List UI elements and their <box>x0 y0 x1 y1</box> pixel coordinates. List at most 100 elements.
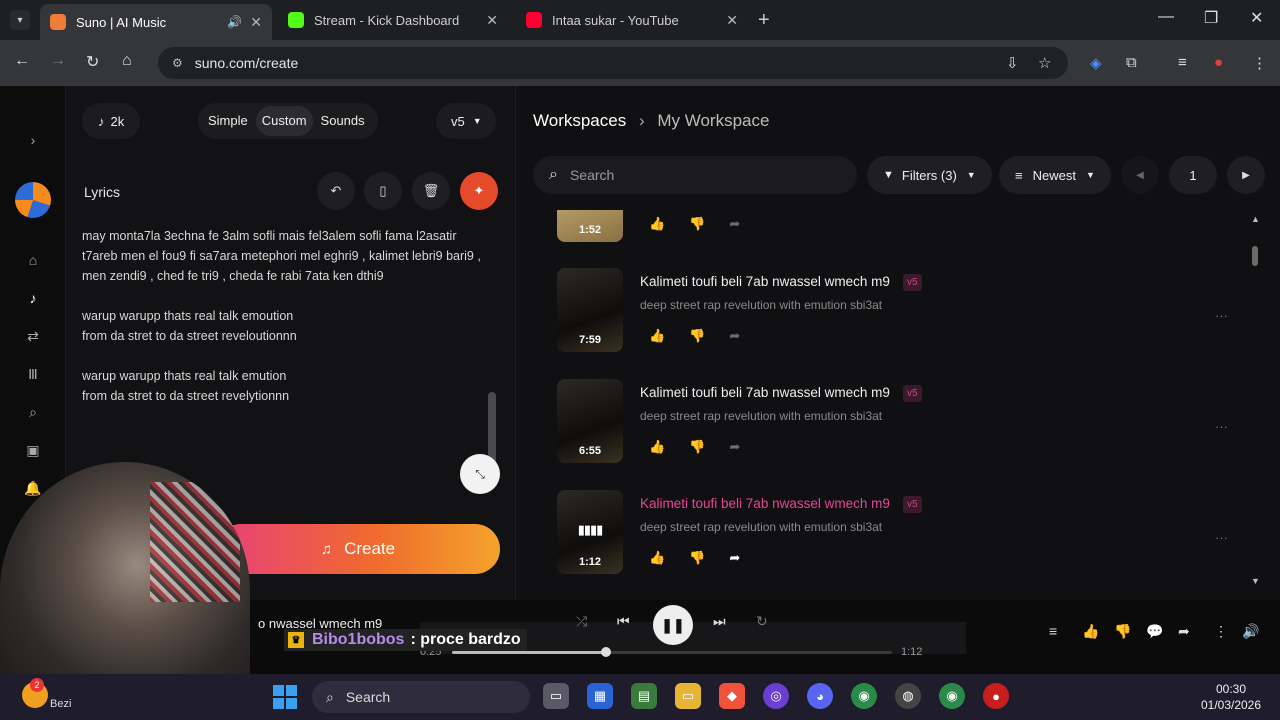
file-explorer-icon[interactable]: ▭ <box>675 683 701 709</box>
share-icon[interactable]: ➦ <box>729 328 740 343</box>
reload-icon[interactable]: ↻ <box>86 52 99 72</box>
pause-button[interactable]: ❚❚ <box>653 605 693 645</box>
credits-pill[interactable]: ♪ 2k <box>82 103 140 139</box>
notifications-nav-icon[interactable]: 🔔 <box>24 480 42 497</box>
like-icon[interactable]: 👍 <box>649 550 665 565</box>
taskbar-search[interactable]: ⌕ Search <box>312 681 530 713</box>
back-icon[interactable]: ← <box>14 52 30 70</box>
office-icon[interactable]: ▤ <box>631 683 657 709</box>
studio-nav-icon[interactable]: ⇄ <box>24 328 42 345</box>
song-thumbnail[interactable]: 1:52 <box>557 210 623 242</box>
lyrics-textarea[interactable]: may monta7la 3echna fe 3alm sofli mais f… <box>82 226 482 406</box>
sort-button[interactable]: ≡ Newest ▼ <box>999 156 1111 194</box>
page-number[interactable]: 1 <box>1169 156 1217 194</box>
like-icon[interactable]: 👍 <box>1082 623 1099 640</box>
song-row[interactable]: 7:59 Kalimeti toufi beli 7ab nwassel wme… <box>557 268 1247 368</box>
shuffle-icon[interactable]: ⤮ <box>576 613 587 630</box>
dislike-icon[interactable]: 👎 <box>689 550 705 565</box>
like-icon[interactable]: 👍 <box>649 216 665 231</box>
expand-chevron-icon[interactable]: › <box>24 132 42 148</box>
mode-sounds-tab[interactable]: Sounds <box>315 106 371 136</box>
start-button[interactable] <box>273 685 297 709</box>
scroll-up-icon[interactable]: ▲ <box>1251 214 1260 224</box>
collapse-button[interactable]: ⤡ <box>460 454 500 494</box>
bookmark-star-icon[interactable]: ☆ <box>1038 54 1051 72</box>
app-red-icon[interactable]: ● <box>983 683 1009 709</box>
menu-kebab-icon[interactable]: ⋮ <box>1252 54 1267 72</box>
dislike-icon[interactable]: 👎 <box>1114 623 1131 640</box>
dislike-icon[interactable]: 👎 <box>689 216 705 231</box>
restore-icon[interactable]: ❐ <box>1204 8 1218 28</box>
chrome-icon[interactable]: ◉ <box>851 683 877 709</box>
breadcrumb-workspaces[interactable]: Workspaces <box>533 111 626 130</box>
extensions-puzzle-icon[interactable]: ⧉ <box>1126 54 1137 71</box>
undo-button[interactable]: ↶ <box>317 172 355 210</box>
repeat-icon[interactable]: ↻ <box>756 613 768 630</box>
progress-slider[interactable] <box>452 647 892 657</box>
window-close-icon[interactable]: ✕ <box>1250 8 1263 28</box>
dislike-icon[interactable]: 👎 <box>689 328 705 343</box>
tab-kick[interactable]: Stream - Kick Dashboard ✕ <box>278 6 508 34</box>
hub-nav-icon[interactable]: ▣ <box>24 442 42 459</box>
delete-button[interactable]: 🗑 <box>412 172 450 210</box>
extension-shield-icon[interactable]: ◈ <box>1090 54 1102 72</box>
home-nav-icon[interactable]: ⌂ <box>24 252 42 268</box>
comments-icon[interactable]: 💬 <box>1146 623 1163 640</box>
site-info-icon[interactable]: ⚙ <box>172 56 183 70</box>
bookmark-button[interactable]: ▯ <box>364 172 402 210</box>
like-icon[interactable]: 👍 <box>649 328 665 343</box>
song-row[interactable]: 6:55 Kalimeti toufi beli 7ab nwassel wme… <box>557 379 1247 479</box>
chrome-profile-icon[interactable]: ◉ <box>939 683 965 709</box>
task-view-icon[interactable]: ▭ <box>543 683 569 709</box>
song-row[interactable]: 1:52 👍 👎 ➦ <box>557 210 1247 242</box>
filters-button[interactable]: ▼ Filters (3) ▼ <box>867 156 992 194</box>
share-icon[interactable]: ➦ <box>729 550 740 565</box>
more-options-icon[interactable]: ⋮ <box>1214 623 1228 640</box>
install-app-icon[interactable]: ⇩ <box>1006 54 1019 72</box>
tab-suno[interactable]: Suno | AI Music 🔊 ✕ <box>40 4 272 40</box>
tab-search-button[interactable]: ▾ <box>10 10 30 30</box>
mode-simple-tab[interactable]: Simple <box>202 106 254 136</box>
list-scrollbar[interactable] <box>1252 246 1258 266</box>
scroll-down-icon[interactable]: ▼ <box>1251 576 1260 586</box>
create-nav-icon[interactable]: ♪ <box>24 290 42 306</box>
discord-icon[interactable]: ◕ <box>807 683 833 709</box>
suno-logo[interactable] <box>15 182 51 218</box>
like-icon[interactable]: 👍 <box>649 439 665 454</box>
library-nav-icon[interactable]: Ⅲ <box>24 366 42 383</box>
app-icon[interactable]: ◎ <box>763 683 789 709</box>
queue-icon[interactable]: ≡ <box>1049 623 1057 639</box>
forward-icon[interactable]: → <box>50 52 66 70</box>
song-thumbnail[interactable]: 7:59 <box>557 268 623 352</box>
model-select[interactable]: v5 ▼ <box>436 103 496 139</box>
tab-youtube[interactable]: Intaa sukar - YouTube ✕ <box>516 6 748 34</box>
speaker-icon[interactable]: 🔊 <box>227 15 242 29</box>
progress-knob[interactable] <box>601 647 611 657</box>
close-tab-icon[interactable]: ✕ <box>486 12 498 29</box>
more-options-icon[interactable]: ··· <box>1215 530 1228 545</box>
next-page-button[interactable]: ▶ <box>1227 156 1265 194</box>
prev-page-button[interactable]: ◀ <box>1121 156 1159 194</box>
create-button[interactable]: ♫ Create <box>216 524 500 574</box>
share-icon[interactable]: ➦ <box>729 439 740 454</box>
address-bar[interactable]: ⚙ suno.com/create <box>158 47 1068 79</box>
volume-icon[interactable]: 🔊 <box>1242 623 1259 640</box>
search-input[interactable]: ⌕ Search <box>533 156 857 194</box>
search-nav-icon[interactable]: ⌕ <box>24 404 42 421</box>
profile-avatar-icon[interactable]: ● <box>1214 54 1223 71</box>
new-tab-icon[interactable]: + <box>758 9 770 32</box>
more-options-icon[interactable]: ··· <box>1215 308 1228 323</box>
song-thumbnail[interactable]: ▮▮▮▮ 1:12 <box>557 490 623 574</box>
mode-custom-tab[interactable]: Custom <box>255 106 313 136</box>
system-clock[interactable]: 00:30 01/03/2026 <box>1196 681 1266 713</box>
song-title[interactable]: Kalimeti toufi beli 7ab nwassel wmech m9 <box>640 274 890 289</box>
close-tab-icon[interactable]: ✕ <box>250 14 262 31</box>
previous-track-icon[interactable]: ⏮ <box>617 613 630 630</box>
brave-icon[interactable]: ◆ <box>719 683 745 709</box>
song-title[interactable]: Kalimeti toufi beli 7ab nwassel wmech m9 <box>640 496 890 511</box>
close-tab-icon[interactable]: ✕ <box>726 12 738 29</box>
share-icon[interactable]: ➦ <box>1178 623 1190 640</box>
obs-icon[interactable]: ◍ <box>895 683 921 709</box>
home-icon[interactable]: ⌂ <box>122 52 132 70</box>
dislike-icon[interactable]: 👎 <box>689 439 705 454</box>
